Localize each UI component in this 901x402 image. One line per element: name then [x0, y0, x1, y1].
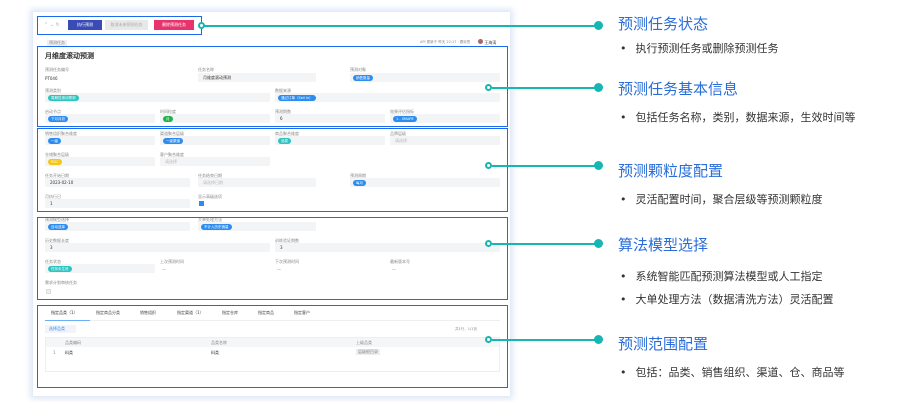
user-name: 王海涛 — [484, 40, 497, 45]
annotation-title: 预测范围配置 — [618, 335, 709, 353]
marker-dot — [594, 83, 603, 92]
annotation-bullet: 大单处理方法（数据清洗方法）灵活配置 — [620, 291, 834, 307]
highlight-basic — [37, 46, 508, 127]
connector-line — [492, 243, 598, 245]
connector-line — [492, 339, 598, 341]
connector-line — [202, 25, 598, 27]
marker-dot — [594, 21, 603, 30]
highlight-scope — [37, 305, 508, 388]
annotation-bullet: 包括任务名称，类别，数据来源，生效时间等 — [620, 109, 856, 125]
highlight-status — [37, 16, 202, 35]
annotation-bullet: 系统智能匹配预测算法模型或人工指定 — [620, 268, 823, 284]
connector-dot — [485, 336, 492, 343]
highlight-algorithm — [37, 217, 508, 300]
update-meta: API 更新于 昨天 22:17 · 跟标签 — [420, 40, 471, 44]
connector-line — [492, 87, 598, 89]
marker-dot — [594, 239, 603, 248]
connector-dot — [485, 162, 492, 169]
annotation-bullet: 灵活配置时间，聚合层级等预测颗粒度 — [620, 191, 823, 207]
marker-dot — [594, 335, 603, 344]
connector-dot — [485, 84, 492, 91]
annotation-title: 预测任务基本信息 — [618, 80, 739, 98]
connector-line — [492, 165, 598, 167]
annotation-bullet: 执行预测任务或删除预测任务 — [620, 40, 779, 56]
annotation-title: 预测任务状态 — [618, 15, 709, 33]
annotation-title: 算法模型选择 — [618, 236, 709, 254]
avatar — [478, 39, 483, 44]
connector-dot — [198, 22, 205, 29]
connector-dot — [485, 240, 492, 247]
user-menu[interactable]: 王海涛 — [478, 39, 496, 46]
marker-dot — [594, 161, 603, 170]
highlight-granularity — [37, 128, 508, 212]
annotation-bullet: 包括：品类、销售组织、渠道、仓、商品等 — [620, 364, 845, 380]
annotation-title: 预测颗粒度配置 — [618, 162, 724, 180]
